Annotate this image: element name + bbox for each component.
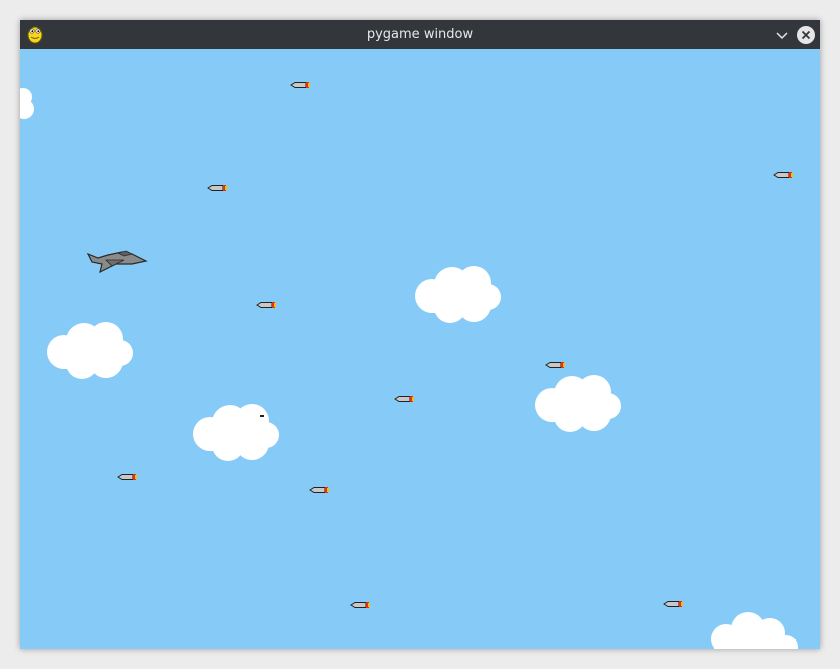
missile <box>663 600 684 608</box>
missile <box>773 171 794 179</box>
window-title: pygame window <box>366 27 474 42</box>
minimize-chevron-icon[interactable] <box>772 25 792 45</box>
title-bar[interactable]: pygame window <box>20 20 820 49</box>
missile <box>350 601 371 609</box>
missile <box>260 415 264 417</box>
missile <box>256 301 277 309</box>
jet-plane <box>86 250 148 274</box>
missile <box>545 361 566 369</box>
pygame-window: pygame window <box>20 20 820 649</box>
game-scene <box>20 81 798 649</box>
cloud <box>535 375 621 432</box>
cloud <box>415 266 501 323</box>
cloud <box>193 404 279 461</box>
missile <box>394 395 415 403</box>
close-icon[interactable] <box>796 25 816 45</box>
missile <box>117 473 138 481</box>
game-canvas[interactable] <box>20 49 820 649</box>
cloud <box>47 322 133 379</box>
cloud <box>711 612 798 649</box>
missile <box>207 184 228 192</box>
cloud <box>20 88 34 119</box>
missile <box>309 486 330 494</box>
missile <box>290 81 311 89</box>
